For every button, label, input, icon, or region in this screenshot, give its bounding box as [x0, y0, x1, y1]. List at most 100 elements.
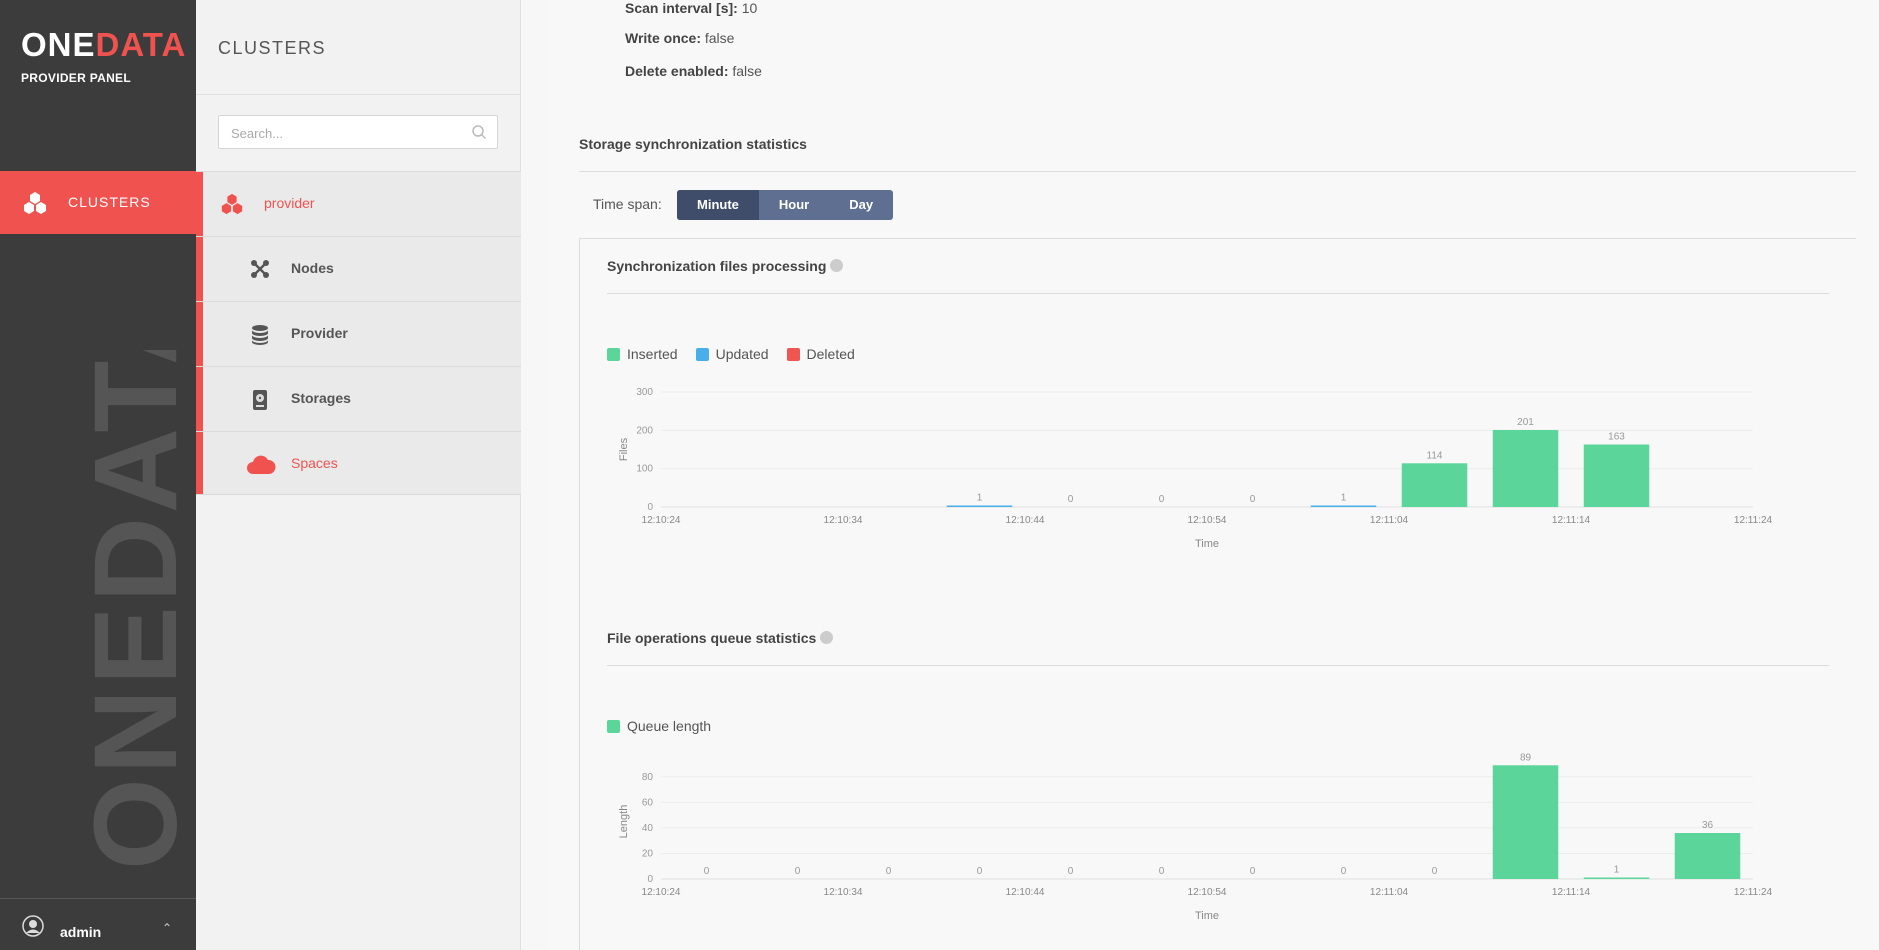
chart-bar	[1401, 463, 1468, 507]
delete-enabled-label: Delete enabled:	[625, 63, 729, 79]
bar-value-label: 0	[1250, 494, 1256, 505]
onedata-logo[interactable]: ONEDATA	[21, 26, 186, 64]
legend-swatch	[786, 347, 800, 361]
queue-chart-title: File operations queue statistics	[607, 630, 834, 646]
time-span-hour-button[interactable]: Hour	[759, 190, 829, 220]
bar-value-label: 0	[1341, 866, 1347, 877]
main-sidebar: ONEDATA PROVIDER PANEL CLUSTERS ONEDAT A …	[0, 0, 196, 950]
scan-interval-label: Scan interval [s]:	[625, 0, 738, 16]
scan-interval-line: Scan interval [s]: 10	[625, 0, 757, 16]
user-menu[interactable]: admin ⌃	[0, 898, 196, 950]
y-tick-label: 300	[636, 387, 653, 398]
legend-item[interactable]: Deleted	[786, 346, 855, 362]
clusters-icon	[24, 192, 46, 214]
x-tick-label: 12:10:44	[1006, 887, 1045, 898]
x-axis-label: Time	[1195, 538, 1219, 550]
selection-bar	[196, 432, 203, 494]
bar-value-label: 89	[1520, 752, 1532, 763]
bar-value-label: 0	[1068, 866, 1074, 877]
delete-enabled-value: false	[732, 63, 762, 79]
onedata-watermark: ONEDATA	[84, 350, 184, 870]
y-tick-label: 20	[642, 848, 654, 859]
bar-value-label: 0	[1068, 494, 1074, 505]
legend-label: Updated	[715, 346, 769, 362]
selection-bar	[196, 172, 203, 236]
chevron-up-icon[interactable]: ⌃	[162, 921, 172, 935]
watermark-text: ONEDATA	[84, 350, 184, 870]
sidebar-item-label: Provider	[291, 325, 348, 341]
scan-interval-value: 10	[741, 0, 758, 16]
selection-bar	[196, 237, 203, 301]
y-tick-label: 200	[636, 425, 653, 436]
chart-bar	[1674, 833, 1741, 879]
queue-legend: Queue length	[607, 718, 711, 734]
x-tick-label: 12:10:54	[1188, 887, 1227, 898]
write-once-value: false	[704, 30, 735, 46]
nodes-icon	[251, 260, 269, 278]
bar-value-label: 0	[977, 866, 983, 877]
sidebar-item-label: Spaces	[291, 455, 338, 471]
bar-value-label: 0	[1432, 866, 1438, 877]
x-tick-label: 12:11:04	[1370, 515, 1409, 526]
sidebar-item-provider[interactable]: Provider	[196, 301, 521, 366]
search-input[interactable]	[231, 123, 461, 143]
queue-chart: 0 20 40 60 80 12:10:24 12:10:34 12:10:44 12:10:5…	[618, 752, 1773, 922]
y-tick-label: 100	[636, 464, 653, 475]
x-tick-label: 12:11:14	[1552, 887, 1591, 898]
x-axis-label: Time	[1195, 910, 1219, 922]
cluster-item-provider[interactable]: provider	[196, 171, 521, 236]
search-box[interactable]	[218, 115, 498, 149]
divider	[607, 293, 1829, 294]
legend-item[interactable]: Inserted	[607, 346, 678, 362]
help-icon[interactable]	[820, 631, 834, 644]
time-span-minute-button[interactable]: Minute	[677, 190, 759, 220]
panel-title: CLUSTERS	[218, 38, 327, 58]
divider	[607, 665, 1829, 666]
legend-swatch	[607, 719, 620, 733]
chart-title-text: Synchronization files processing	[607, 258, 827, 274]
bar-value-label: 36	[1702, 820, 1714, 831]
sidebar-item-storages[interactable]: Storages	[196, 366, 521, 431]
bar-value-label: 0	[1159, 866, 1165, 877]
selection-bar	[196, 302, 203, 366]
x-tick-label: 12:10:24	[642, 887, 681, 898]
sidebar-item-nodes[interactable]: Nodes	[196, 236, 521, 301]
cloud-icon	[247, 455, 276, 474]
x-tick-label: 12:10:44	[1006, 515, 1045, 526]
bar-value-label: 1	[977, 493, 983, 504]
legend-item[interactable]: Queue length	[607, 718, 711, 734]
x-tick-label: 12:11:04	[1370, 887, 1409, 898]
x-tick-label: 12:11:24	[1734, 887, 1773, 898]
write-once-label: Write once:	[625, 30, 701, 46]
clusters-panel: CLUSTERS provider Nodes	[196, 0, 521, 950]
help-icon[interactable]	[830, 259, 844, 272]
y-tick-label: 0	[647, 502, 653, 513]
legend-label: Queue length	[627, 718, 712, 734]
bar-value-label: 0	[1159, 494, 1165, 505]
divider	[579, 171, 1856, 172]
logo-text-data: DATA	[95, 26, 187, 63]
time-span-selector[interactable]: Minute Hour Day	[677, 190, 894, 220]
cluster-icon	[221, 193, 243, 215]
nav-item-clusters[interactable]: CLUSTERS	[0, 171, 196, 234]
sidebar-item-spaces[interactable]: Spaces	[196, 431, 521, 495]
x-tick-label: 12:10:34	[824, 515, 863, 526]
y-tick-label: 80	[642, 772, 654, 783]
legend-item[interactable]: Updated	[695, 346, 769, 362]
time-span-day-button[interactable]: Day	[829, 190, 893, 220]
x-tick-label: 12:10:54	[1188, 515, 1227, 526]
x-tick-label: 12:10:24	[642, 515, 681, 526]
chart-bar	[1310, 505, 1377, 507]
sync-stats-title: Storage synchronization statistics	[579, 136, 807, 152]
bar-value-label: 0	[704, 866, 710, 877]
user-avatar-icon	[22, 915, 44, 937]
bar-value-label: 0	[1250, 866, 1256, 877]
user-name: admin	[60, 924, 102, 940]
selection-bar	[196, 367, 203, 431]
bar-value-label: 0	[886, 866, 892, 877]
y-axis-label: Length	[618, 805, 630, 839]
search-icon[interactable]	[471, 124, 487, 140]
app-subtitle: PROVIDER PANEL	[21, 71, 131, 85]
bar-value-label: 163	[1608, 432, 1625, 443]
chart-bar	[1583, 877, 1650, 879]
